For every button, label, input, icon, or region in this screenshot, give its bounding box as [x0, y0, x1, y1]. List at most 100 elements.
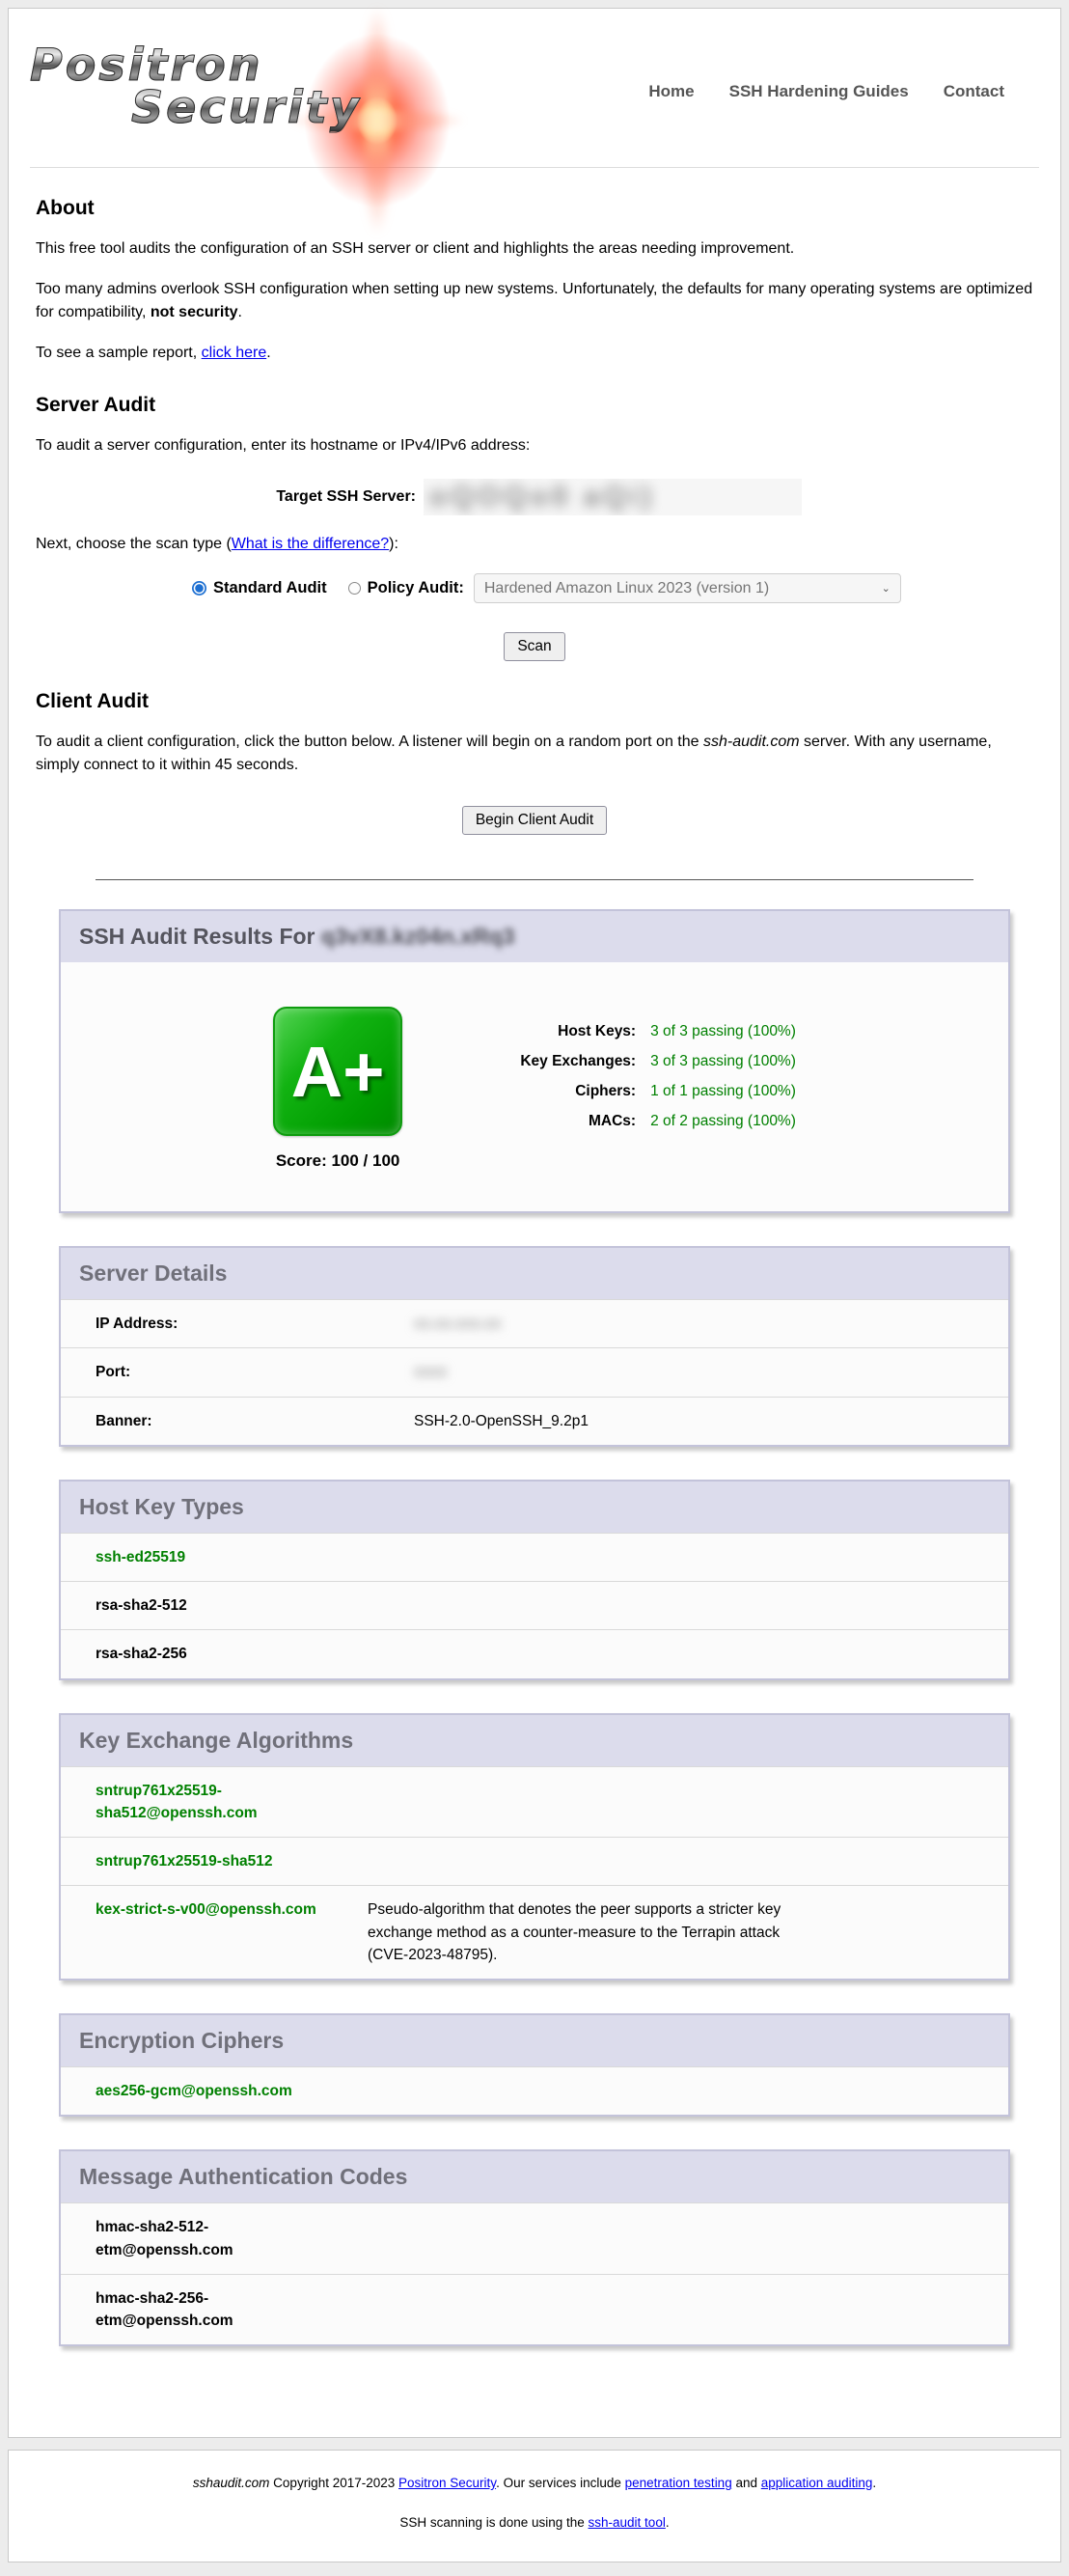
sample-report-text: To see a sample report,: [36, 345, 202, 361]
policy-audit-label: Policy Audit:: [368, 579, 464, 597]
algorithm-name: ssh-ed25519: [96, 1546, 368, 1568]
port-row: Port: xxxx: [61, 1347, 1008, 1396]
chevron-down-icon: ⌄: [882, 582, 891, 595]
about-p2-period: .: [238, 304, 242, 320]
key-exchange-header: Key Exchange Algorithms: [61, 1715, 1008, 1766]
main-content: Positron Security Home SSH Hardening Gui…: [8, 8, 1061, 2438]
scan-type-text: Next, choose the scan type (: [36, 536, 232, 552]
footer-scanning-text: SSH scanning is done using the: [399, 2515, 588, 2530]
results-host-redacted: q3vX8.kz04n.xRq3: [321, 924, 515, 949]
kex-row: kex-strict-s-v00@openssh.com Pseudo-algo…: [61, 1885, 1008, 1979]
scan-type-line: Next, choose the scan type (What is the …: [36, 533, 1039, 556]
kex-row: sntrup761x25519-sha512: [61, 1837, 1008, 1885]
stat-value: 2 of 2 passing (100%): [650, 1113, 796, 1130]
host-key-row: ssh-ed25519: [61, 1533, 1008, 1581]
footer-line-1: sshaudit.com Copyright 2017-2023 Positro…: [18, 2474, 1051, 2493]
macs-header: Message Authentication Codes: [61, 2151, 1008, 2202]
footer-line2-period: .: [666, 2515, 670, 2530]
mac-row: hmac-sha2-512- etm@openssh.com: [61, 2202, 1008, 2274]
host-key-row: rsa-sha2-256: [61, 1629, 1008, 1677]
stat-label: MACs:: [489, 1113, 636, 1130]
scan-type-suffix: ):: [389, 536, 398, 552]
sample-report-link[interactable]: click here: [202, 345, 267, 361]
stat-key-exchanges: Key Exchanges: 3 of 3 passing (100%): [489, 1053, 796, 1070]
footer-copyright-text: Copyright 2017-2023: [269, 2476, 398, 2490]
server-details-header: Server Details: [61, 1248, 1008, 1299]
banner-value: SSH-2.0-OpenSSH_9.2p1: [414, 1410, 589, 1432]
target-server-input[interactable]: oQOQo0 aQi): [424, 479, 802, 515]
standard-audit-label: Standard Audit: [213, 579, 327, 597]
algorithm-name: rsa-sha2-256: [96, 1643, 368, 1665]
target-server-row: Target SSH Server: oQOQo0 aQi): [30, 479, 1039, 515]
grade-column: A+ Score: 100 / 100: [273, 1007, 402, 1171]
about-paragraph-1: This free tool audits the configuration …: [36, 237, 1039, 261]
ssh-audit-results-panel: SSH Audit Results For q3vX8.kz04n.xRq3 A…: [59, 909, 1010, 1213]
scan-type-options: Standard Audit Policy Audit: Hardened Am…: [192, 573, 1039, 603]
score-label: Score: 100 / 100: [273, 1151, 402, 1171]
host-key-row: rsa-sha2-512: [61, 1581, 1008, 1629]
policy-audit-radio[interactable]: [348, 582, 361, 595]
ip-address-row: IP Address: xx.xx.xxx.xx: [61, 1299, 1008, 1347]
stat-label: Ciphers:: [489, 1083, 636, 1100]
encryption-ciphers-header: Encryption Ciphers: [61, 2015, 1008, 2066]
ssh-audit-domain-italic: ssh-audit.com: [703, 734, 800, 750]
footer-period: .: [872, 2476, 876, 2490]
key-exchange-panel: Key Exchange Algorithms sntrup761x25519-…: [59, 1713, 1010, 1981]
application-auditing-link[interactable]: application auditing: [761, 2476, 873, 2490]
server-audit-intro: To audit a server configuration, enter i…: [36, 434, 1039, 457]
client-audit-text-a: To audit a client configuration, click t…: [36, 734, 703, 750]
stat-ciphers: Ciphers: 1 of 1 passing (100%): [489, 1083, 796, 1100]
algorithm-name: hmac-sha2-512- etm@openssh.com: [96, 2216, 368, 2261]
sample-report-line: To see a sample report, click here.: [36, 342, 1039, 365]
host-key-types-header: Host Key Types: [61, 1482, 1008, 1533]
macs-panel: Message Authentication Codes hmac-sha2-5…: [59, 2149, 1010, 2346]
penetration-testing-link[interactable]: penetration testing: [625, 2476, 732, 2490]
policy-selected-option: Hardened Amazon Linux 2023 (version 1): [484, 580, 769, 597]
client-audit-heading: Client Audit: [36, 690, 1039, 713]
stat-value: 1 of 1 passing (100%): [650, 1083, 796, 1100]
ssh-audit-tool-link[interactable]: ssh-audit tool: [589, 2515, 666, 2530]
scan-button[interactable]: Scan: [504, 632, 564, 661]
results-title-prefix: SSH Audit Results For: [79, 924, 321, 949]
not-security-bold: not security: [151, 304, 238, 320]
algorithm-name: kex-strict-s-v00@openssh.com: [96, 1898, 368, 1966]
logo-line2: Security: [131, 84, 362, 130]
banner-label: Banner:: [96, 1410, 414, 1432]
algorithm-name: aes256-gcm@openssh.com: [96, 2080, 368, 2102]
footer-services-text: . Our services include: [496, 2476, 625, 2490]
policy-select[interactable]: Hardened Amazon Linux 2023 (version 1) ⌄: [474, 573, 901, 603]
nav-contact-link[interactable]: Contact: [944, 82, 1004, 101]
algorithm-name: sntrup761x25519-sha512: [96, 1850, 368, 1872]
host-key-types-panel: Host Key Types ssh-ed25519 rsa-sha2-512 …: [59, 1480, 1010, 1680]
positron-security-logo: Positron Security: [30, 24, 454, 159]
results-panel-header: SSH Audit Results For q3vX8.kz04n.xRq3: [61, 911, 1008, 962]
kex-row: sntrup761x25519- sha512@openssh.com: [61, 1766, 1008, 1838]
server-audit-heading: Server Audit: [36, 394, 1039, 417]
port-label: Port:: [96, 1361, 414, 1383]
scan-difference-link[interactable]: What is the difference?: [232, 536, 389, 552]
nav-home-link[interactable]: Home: [648, 82, 694, 101]
standard-audit-radio[interactable]: [192, 581, 206, 596]
algorithm-name: hmac-sha2-256- etm@openssh.com: [96, 2287, 368, 2333]
server-details-panel: Server Details IP Address: xx.xx.xxx.xx …: [59, 1246, 1010, 1447]
positron-security-link[interactable]: Positron Security: [398, 2476, 496, 2490]
cipher-row: aes256-gcm@openssh.com: [61, 2066, 1008, 2115]
stat-label: Key Exchanges:: [489, 1053, 636, 1070]
sample-report-period: .: [266, 345, 270, 361]
footer-line-2: SSH scanning is done using the ssh-audit…: [18, 2513, 1051, 2533]
nav-ssh-hardening-guides-link[interactable]: SSH Hardening Guides: [729, 82, 909, 101]
footer-and-text: and: [732, 2476, 761, 2490]
mac-row: hmac-sha2-256- etm@openssh.com: [61, 2274, 1008, 2345]
header-divider: [30, 167, 1039, 168]
stat-value: 3 of 3 passing (100%): [650, 1023, 796, 1040]
banner-row: Banner: SSH-2.0-OpenSSH_9.2p1: [61, 1397, 1008, 1445]
algorithm-name: sntrup761x25519- sha512@openssh.com: [96, 1780, 368, 1825]
results-divider: [96, 879, 973, 880]
target-server-redacted-value: oQOQo0 aQi): [429, 481, 655, 513]
target-server-label: Target SSH Server:: [30, 488, 424, 506]
client-audit-paragraph: To audit a client configuration, click t…: [36, 731, 1039, 777]
about-heading: About: [36, 197, 1039, 220]
stat-value: 3 of 3 passing (100%): [650, 1053, 796, 1070]
site-header: Positron Security Home SSH Hardening Gui…: [30, 14, 1039, 163]
begin-client-audit-button[interactable]: Begin Client Audit: [462, 806, 607, 835]
